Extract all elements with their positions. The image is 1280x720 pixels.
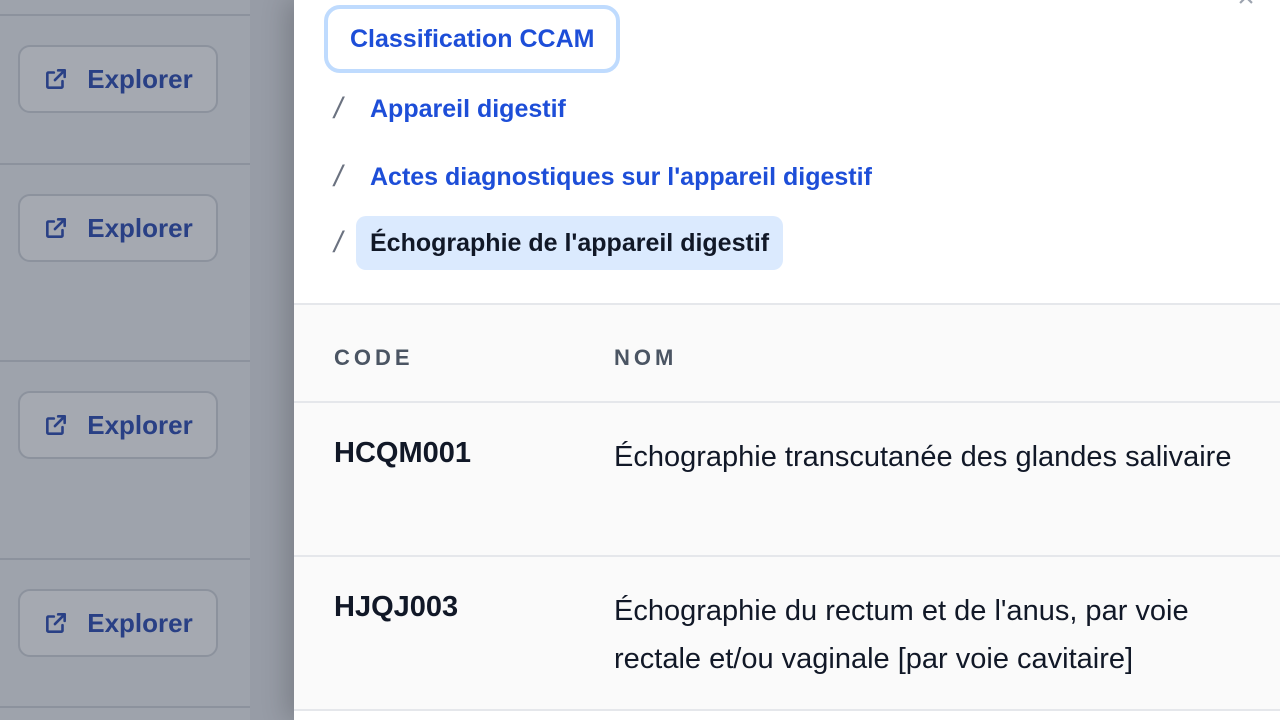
list-divider xyxy=(0,14,250,16)
background-list: Explorer Explorer Explorer Explorer xyxy=(0,0,250,720)
breadcrumb-current: Échographie de l'appareil digestif xyxy=(356,216,784,270)
explore-button-label: Explorer xyxy=(87,212,193,243)
breadcrumb-separator: / xyxy=(334,92,343,125)
explore-button-label: Explorer xyxy=(87,63,193,94)
table-header: CODE NOM xyxy=(294,305,1280,403)
external-link-icon xyxy=(46,218,67,238)
breadcrumb-item: / Appareil digestif xyxy=(334,82,566,136)
explore-button[interactable]: Explorer xyxy=(18,45,218,113)
explore-button-label: Explorer xyxy=(87,409,193,440)
breadcrumb-link-appareil-digestif[interactable]: Appareil digestif xyxy=(370,95,566,124)
external-link-icon xyxy=(46,415,67,435)
list-divider xyxy=(0,558,250,560)
row-code: HJQJ003 xyxy=(334,591,459,623)
row-nom: Échographie transcutanée des glandes sal… xyxy=(614,441,1232,473)
breadcrumb-separator: / xyxy=(334,160,343,193)
breadcrumb-item: / Échographie de l'appareil digestif xyxy=(334,216,784,270)
breadcrumb-root-link[interactable]: Classification CCAM xyxy=(324,5,621,73)
external-link-icon xyxy=(46,613,67,633)
row-code: HCQM001 xyxy=(334,437,471,469)
list-divider xyxy=(0,360,250,362)
column-header-nom: NOM xyxy=(614,345,678,370)
explore-button-label: Explorer xyxy=(87,607,193,638)
explore-button[interactable]: Explorer xyxy=(18,194,218,262)
explore-button[interactable]: Explorer xyxy=(18,391,218,459)
classification-drawer: × Classification CCAM / Appareil digesti… xyxy=(294,0,1280,720)
row-nom: Échographie du rectum et de l'anus, par … xyxy=(614,595,1189,675)
explore-button[interactable]: Explorer xyxy=(18,589,218,657)
breadcrumb-item: / Actes diagnostiques sur l'appareil dig… xyxy=(334,150,872,204)
background-gutter xyxy=(250,0,294,720)
table-row[interactable]: HCQM001 Échographie transcutanée des gla… xyxy=(294,403,1280,557)
close-icon[interactable]: × xyxy=(1232,0,1260,13)
codes-table: CODE NOM HCQM001 Échographie transcutané… xyxy=(294,303,1280,711)
external-link-icon xyxy=(46,69,67,89)
list-divider xyxy=(0,163,250,165)
breadcrumb-link-actes-diagnostiques[interactable]: Actes diagnostiques sur l'appareil diges… xyxy=(370,163,872,192)
table-row[interactable]: HJQJ003 Échographie du rectum et de l'an… xyxy=(294,557,1280,711)
column-header-code: CODE xyxy=(334,345,414,370)
breadcrumb-separator: / xyxy=(334,226,343,259)
list-divider xyxy=(0,706,250,708)
